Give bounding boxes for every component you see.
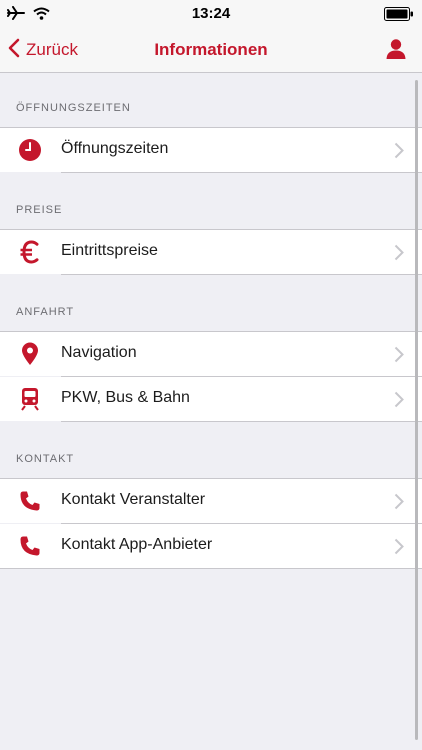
chevron-right-icon	[394, 142, 404, 164]
train-icon	[17, 387, 43, 411]
list-item-pkw-bus-bahn[interactable]: PKW, Bus & Bahn	[0, 377, 422, 421]
scrollbar[interactable]	[415, 80, 418, 740]
info-list: ÖFFNUNGSZEITEN Öffnungszeiten PREISE Ein…	[0, 73, 422, 750]
list-item-label: PKW, Bus & Bahn	[61, 389, 190, 406]
section-header-anfahrt: ANFAHRT	[16, 306, 75, 318]
list-item-label: Öffnungszeiten	[61, 140, 169, 157]
chevron-right-icon	[394, 391, 404, 413]
list-item-kontakt-app-anbieter[interactable]: Kontakt App-Anbieter	[0, 524, 422, 568]
chevron-right-icon	[394, 493, 404, 515]
section-header-kontakt: KONTAKT	[16, 453, 75, 465]
list-item-navigation[interactable]: Navigation	[0, 332, 422, 376]
chevron-left-icon	[8, 38, 20, 63]
user-icon	[386, 39, 406, 64]
phone-icon	[17, 534, 43, 558]
back-label: Zurück	[26, 40, 78, 59]
list-item-label: Kontakt Veranstalter	[61, 491, 206, 508]
chevron-right-icon	[394, 346, 404, 368]
clock-icon	[17, 138, 43, 162]
user-profile-button[interactable]	[386, 38, 406, 65]
back-button[interactable]: Zurück	[8, 37, 78, 63]
navigation-bar: Zurück Informationen	[0, 28, 422, 73]
battery-icon	[384, 7, 414, 26]
list-item-oeffnungszeiten[interactable]: Öffnungszeiten	[0, 128, 422, 172]
section-header-oeffnungszeiten: ÖFFNUNGSZEITEN	[16, 102, 131, 114]
chevron-right-icon	[394, 244, 404, 266]
chevron-right-icon	[394, 538, 404, 560]
section-header-preise: PREISE	[16, 204, 63, 216]
location-pin-icon	[17, 342, 43, 366]
phone-icon	[17, 489, 43, 513]
status-bar: 13:24	[0, 0, 422, 28]
list-item-label: Navigation	[61, 344, 137, 361]
list-item-kontakt-veranstalter[interactable]: Kontakt Veranstalter	[0, 479, 422, 523]
list-item-label: Eintrittspreise	[61, 242, 158, 259]
list-item-eintrittspreise[interactable]: Eintrittspreise	[0, 230, 422, 274]
euro-icon	[17, 240, 43, 264]
list-item-label: Kontakt App-Anbieter	[61, 536, 213, 553]
status-time: 13:24	[191, 5, 231, 22]
